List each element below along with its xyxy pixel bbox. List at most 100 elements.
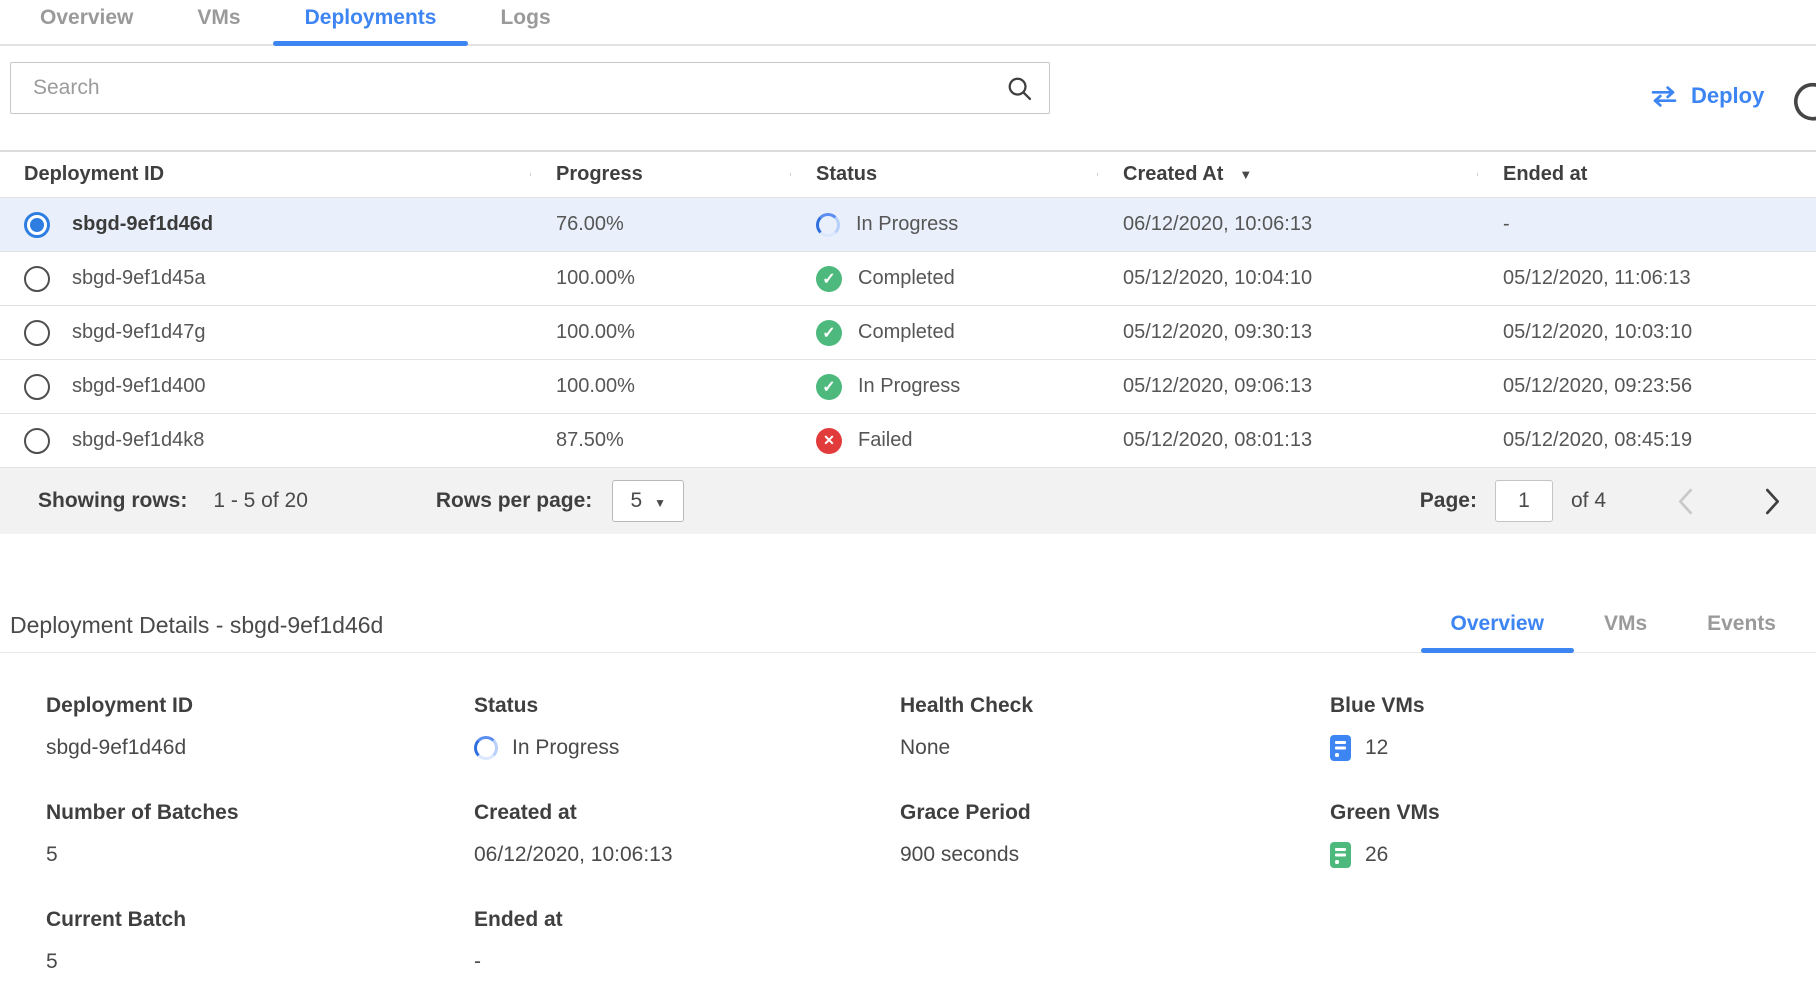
row-select-radio[interactable] xyxy=(24,320,50,346)
row-select-radio[interactable] xyxy=(24,428,50,454)
ended-at-cell: 05/12/2020, 11:06:13 xyxy=(1477,267,1816,290)
search-input[interactable] xyxy=(11,63,1006,113)
tab-vms[interactable]: VMs xyxy=(165,0,272,44)
tab-overview[interactable]: Overview xyxy=(8,0,165,44)
detail-field-value: In Progress xyxy=(512,736,619,760)
detail-field-value: 900 seconds xyxy=(900,843,1019,867)
detail-field-label: Green VMs xyxy=(1330,801,1816,825)
column-header-label: Created At xyxy=(1123,163,1223,186)
table-row[interactable]: sbgd-9ef1d4k8 87.50% Failed 05/12/2020, … xyxy=(0,414,1816,468)
status-icon xyxy=(816,320,842,346)
ended-at-cell: 05/12/2020, 08:45:19 xyxy=(1477,429,1816,452)
detail-field: Deployment ID sbgd-9ef1d46d xyxy=(46,694,474,763)
refresh-icon[interactable] xyxy=(1792,80,1816,127)
showing-rows-value: 1 - 5 of 20 xyxy=(213,489,308,513)
detail-field-value: sbgd-9ef1d46d xyxy=(46,736,186,760)
main-tabbar: Overview VMs Deployments Logs xyxy=(0,0,1816,46)
table-row[interactable]: sbgd-9ef1d47g 100.00% Completed 05/12/20… xyxy=(0,306,1816,360)
created-at-cell: 05/12/2020, 09:30:13 xyxy=(1097,321,1477,344)
detail-field-value: 26 xyxy=(1365,843,1388,867)
detail-field-icon xyxy=(474,736,498,760)
tab-deployments[interactable]: Deployments xyxy=(273,0,469,44)
swap-arrows-icon xyxy=(1650,85,1678,108)
showing-rows-label: Showing rows: xyxy=(38,489,187,513)
status-icon xyxy=(816,213,840,237)
column-header-progress[interactable]: Progress xyxy=(530,163,790,186)
column-header-created-at[interactable]: Created At xyxy=(1097,163,1477,186)
detail-field-value: 5 xyxy=(46,950,58,974)
details-grid: Deployment ID sbgd-9ef1d46d Status In Pr… xyxy=(46,694,1816,977)
deployment-id-cell: sbgd-9ef1d4k8 xyxy=(72,429,204,452)
details-tab-events[interactable]: Events xyxy=(1677,604,1806,653)
details-tabbar: Overview VMs Events xyxy=(1421,604,1806,653)
status-cell: Failed xyxy=(858,429,912,452)
detail-field: Green VMs 26 xyxy=(1330,801,1816,870)
progress-cell: 100.00% xyxy=(530,267,790,290)
page-total: of 4 xyxy=(1571,489,1606,513)
page-label: Page: xyxy=(1420,489,1477,513)
pagination-bar: Showing rows: 1 - 5 of 20 Rows per page:… xyxy=(0,468,1816,534)
detail-field-value: None xyxy=(900,736,950,760)
deployment-id-cell: sbgd-9ef1d46d xyxy=(72,213,213,236)
deploy-button[interactable]: Deploy xyxy=(1650,76,1764,116)
ended-at-cell: 05/12/2020, 10:03:10 xyxy=(1477,321,1816,344)
sort-desc-icon xyxy=(1239,167,1252,182)
detail-field: Status In Progress xyxy=(474,694,900,763)
created-at-cell: 06/12/2020, 10:06:13 xyxy=(1097,213,1477,236)
detail-field-label: Status xyxy=(474,694,900,718)
table-row[interactable]: sbgd-9ef1d46d 76.00% In Progress 06/12/2… xyxy=(0,198,1816,252)
status-cell: Completed xyxy=(858,267,955,290)
created-at-cell: 05/12/2020, 10:04:10 xyxy=(1097,267,1477,290)
detail-field-value: 5 xyxy=(46,843,58,867)
next-page-button[interactable] xyxy=(1765,488,1780,515)
detail-field: Ended at - xyxy=(474,908,900,977)
progress-cell: 100.00% xyxy=(530,321,790,344)
row-select-radio[interactable] xyxy=(24,266,50,292)
deployment-id-cell: sbgd-9ef1d45a xyxy=(72,267,205,290)
tab-logs[interactable]: Logs xyxy=(468,0,582,44)
detail-field: Number of Batches 5 xyxy=(46,801,474,870)
row-select-radio[interactable] xyxy=(24,374,50,400)
detail-field-label: Current Batch xyxy=(46,908,474,932)
detail-field-label: Grace Period xyxy=(900,801,1330,825)
search-box xyxy=(10,62,1050,114)
detail-field-label: Created at xyxy=(474,801,900,825)
table-header: Deployment ID Progress Status Created At… xyxy=(0,150,1816,198)
column-header-label: Deployment ID xyxy=(24,163,164,186)
row-select-radio[interactable] xyxy=(24,212,50,238)
detail-field-icon xyxy=(1330,842,1351,868)
detail-field: Current Batch 5 xyxy=(46,908,474,977)
created-at-cell: 05/12/2020, 08:01:13 xyxy=(1097,429,1477,452)
column-header-ended-at[interactable]: Ended at xyxy=(1477,163,1816,186)
detail-field-value: 12 xyxy=(1365,736,1388,760)
column-header-label: Ended at xyxy=(1503,163,1587,186)
table-row[interactable]: sbgd-9ef1d400 100.00% In Progress 05/12/… xyxy=(0,360,1816,414)
details-tab-overview[interactable]: Overview xyxy=(1421,604,1574,653)
status-cell: In Progress xyxy=(858,375,960,398)
column-header-label: Progress xyxy=(556,163,643,186)
column-header-status[interactable]: Status xyxy=(790,163,1097,186)
detail-field-label: Number of Batches xyxy=(46,801,474,825)
page-input[interactable] xyxy=(1495,480,1553,522)
progress-cell: 100.00% xyxy=(530,375,790,398)
detail-field: Blue VMs 12 xyxy=(1330,694,1816,763)
deployment-id-cell: sbgd-9ef1d47g xyxy=(72,321,205,344)
deploy-button-label: Deploy xyxy=(1691,83,1764,109)
detail-field: Health Check None xyxy=(900,694,1330,763)
rows-per-page-select[interactable]: 5 xyxy=(612,480,684,522)
table-row[interactable]: sbgd-9ef1d45a 100.00% Completed 05/12/20… xyxy=(0,252,1816,306)
deployments-table-body: sbgd-9ef1d46d 76.00% In Progress 06/12/2… xyxy=(0,198,1816,468)
status-cell: In Progress xyxy=(856,213,958,236)
ended-at-cell: 05/12/2020, 09:23:56 xyxy=(1477,375,1816,398)
detail-field-value: - xyxy=(474,950,481,974)
status-icon xyxy=(816,374,842,400)
rows-per-page-value: 5 xyxy=(630,489,642,513)
rows-per-page-label: Rows per page: xyxy=(436,489,592,513)
details-tab-vms[interactable]: VMs xyxy=(1574,604,1677,653)
search-icon[interactable] xyxy=(1006,75,1033,102)
previous-page-button[interactable] xyxy=(1678,488,1693,515)
details-title: Deployment Details - sbgd-9ef1d46d xyxy=(10,612,383,639)
created-at-cell: 05/12/2020, 09:06:13 xyxy=(1097,375,1477,398)
detail-field: Grace Period 900 seconds xyxy=(900,801,1330,870)
column-header-deployment-id[interactable]: Deployment ID xyxy=(0,163,530,186)
